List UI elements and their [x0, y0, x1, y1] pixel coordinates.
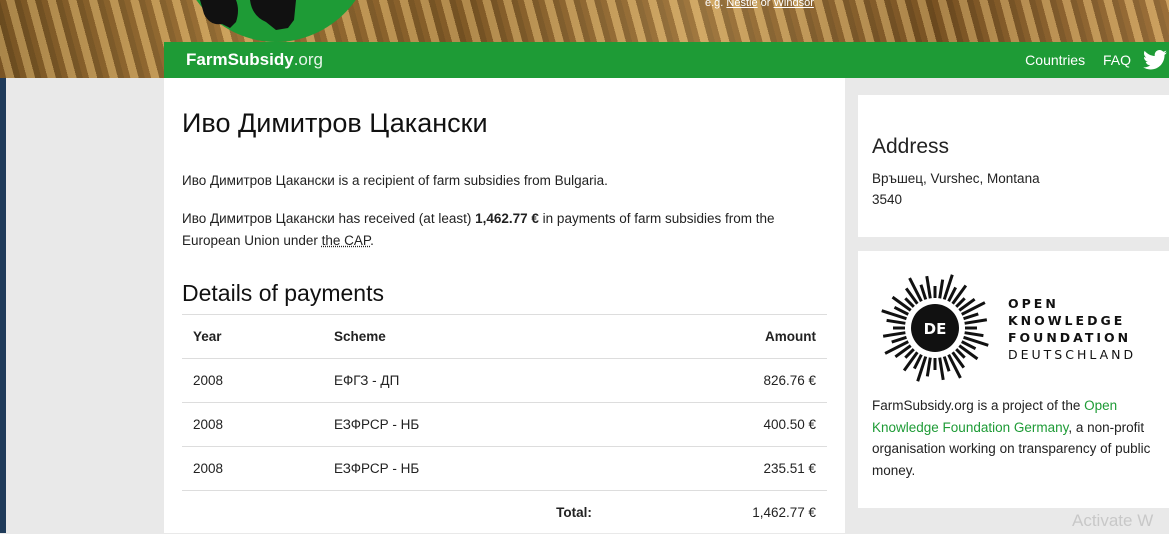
okf-sunburst-ray — [944, 357, 949, 372]
top-navbar: FarmSubsidy.org Countries FAQ — [164, 42, 1169, 78]
page-title: Иво Димитров Цакански — [182, 108, 488, 139]
okf-sunburst-ray — [927, 276, 931, 298]
search-example-nestle-link[interactable]: Nestle — [726, 0, 757, 9]
cell-amount: 826.76 € — [603, 359, 827, 403]
okf-sunburst-ray — [965, 333, 984, 336]
okf-logo-line-1: OPEN — [1008, 295, 1136, 312]
okf-card: DE OPEN KNOWLEDGE FOUNDATION DEUTSCHLAND… — [858, 251, 1169, 508]
okf-logo-badge: DE — [924, 320, 947, 338]
col-header-year: Year — [182, 315, 323, 359]
payments-table: Year Scheme Amount 2008 ЕФГЗ - ДП 826.76… — [182, 314, 827, 534]
cell-amount: 235.51 € — [603, 447, 827, 491]
okf-sunburst-logo-icon[interactable]: DE — [876, 269, 994, 387]
brand-link[interactable]: FarmSubsidy.org — [186, 50, 323, 70]
nav-countries-link[interactable]: Countries — [1025, 52, 1085, 68]
cell-empty — [182, 491, 323, 534]
brand-name: FarmSubsidy — [186, 50, 294, 69]
recipient-intro: Иво Димитров Цакански is a recipient of … — [182, 173, 608, 188]
okf-sunburst-ray — [921, 285, 926, 300]
table-row: 2008 ЕФГЗ - ДП 826.76 € — [182, 359, 827, 403]
received-amount: 1,462.77 € — [475, 211, 539, 226]
okf-sunburst-ray — [940, 280, 943, 299]
okf-sunburst-ray — [940, 358, 944, 380]
activate-windows-watermark: Activate W — [1072, 511, 1153, 531]
address-heading: Address — [872, 135, 949, 159]
cell-year: 2008 — [182, 359, 323, 403]
search-hint-prefix: e.g. — [705, 0, 723, 9]
cell-amount: 400.50 € — [603, 403, 827, 447]
total-label: Total: — [323, 491, 603, 534]
okf-sunburst-ray — [883, 333, 905, 337]
cell-scheme: ЕЗФРСР - НБ — [323, 447, 603, 491]
okf-logo-wordmark: OPEN KNOWLEDGE FOUNDATION DEUTSCHLAND — [1008, 295, 1136, 363]
table-row: 2008 ЕЗФРСР - НБ 400.50 € — [182, 403, 827, 447]
col-header-scheme: Scheme — [323, 315, 603, 359]
table-header-row: Year Scheme Amount — [182, 315, 827, 359]
table-row: 2008 ЕЗФРСР - НБ 235.51 € — [182, 447, 827, 491]
search-hint-separator: or — [761, 0, 771, 9]
address-line-1: Връшец, Vurshec, Montana — [872, 171, 1040, 186]
okf-desc-prefix: FarmSubsidy.org is a project of the — [872, 398, 1080, 413]
window-left-edge — [0, 0, 6, 533]
main-content: Иво Димитров Цакански Иво Димитров Цакан… — [164, 78, 845, 533]
received-end: . — [370, 233, 374, 248]
received-summary: Иво Димитров Цакански has received (at l… — [182, 208, 802, 252]
col-header-amount: Amount — [603, 315, 827, 359]
okf-logo-line-4: DEUTSCHLAND — [1008, 346, 1136, 363]
bison-logo-icon[interactable] — [196, 0, 306, 32]
cell-scheme: ЕЗФРСР - НБ — [323, 403, 603, 447]
table-total-row: Total: 1,462.77 € — [182, 491, 827, 534]
okf-logo-line-3: FOUNDATION — [1008, 329, 1136, 346]
okf-sunburst-ray — [965, 320, 987, 324]
cell-year: 2008 — [182, 403, 323, 447]
details-heading: Details of payments — [182, 280, 384, 307]
cell-year: 2008 — [182, 447, 323, 491]
brand-tld: .org — [294, 50, 323, 69]
address-line-2: 3540 — [872, 192, 902, 207]
search-example-windsor-link[interactable]: Windsor — [774, 0, 814, 9]
cap-link[interactable]: the CAP — [322, 233, 371, 248]
address-card: Address Връшец, Vurshec, Montana 3540 — [858, 95, 1169, 237]
search-hint: e.g. Nestle or Windsor — [705, 0, 814, 9]
received-prefix: Иво Димитров Цакански has received (at l… — [182, 211, 471, 226]
cell-scheme: ЕФГЗ - ДП — [323, 359, 603, 403]
nav-faq-link[interactable]: FAQ — [1103, 52, 1131, 68]
okf-sunburst-ray — [887, 320, 906, 323]
nav-links: Countries FAQ — [1011, 52, 1131, 68]
okf-sunburst-ray — [964, 314, 979, 319]
okf-logo-line-2: KNOWLEDGE — [1008, 312, 1136, 329]
twitter-icon[interactable] — [1143, 50, 1167, 70]
okf-sunburst-ray — [927, 358, 930, 377]
total-value: 1,462.77 € — [603, 491, 827, 534]
okf-description: FarmSubsidy.org is a project of the Open… — [872, 395, 1162, 481]
okf-sunburst-ray — [892, 337, 907, 342]
